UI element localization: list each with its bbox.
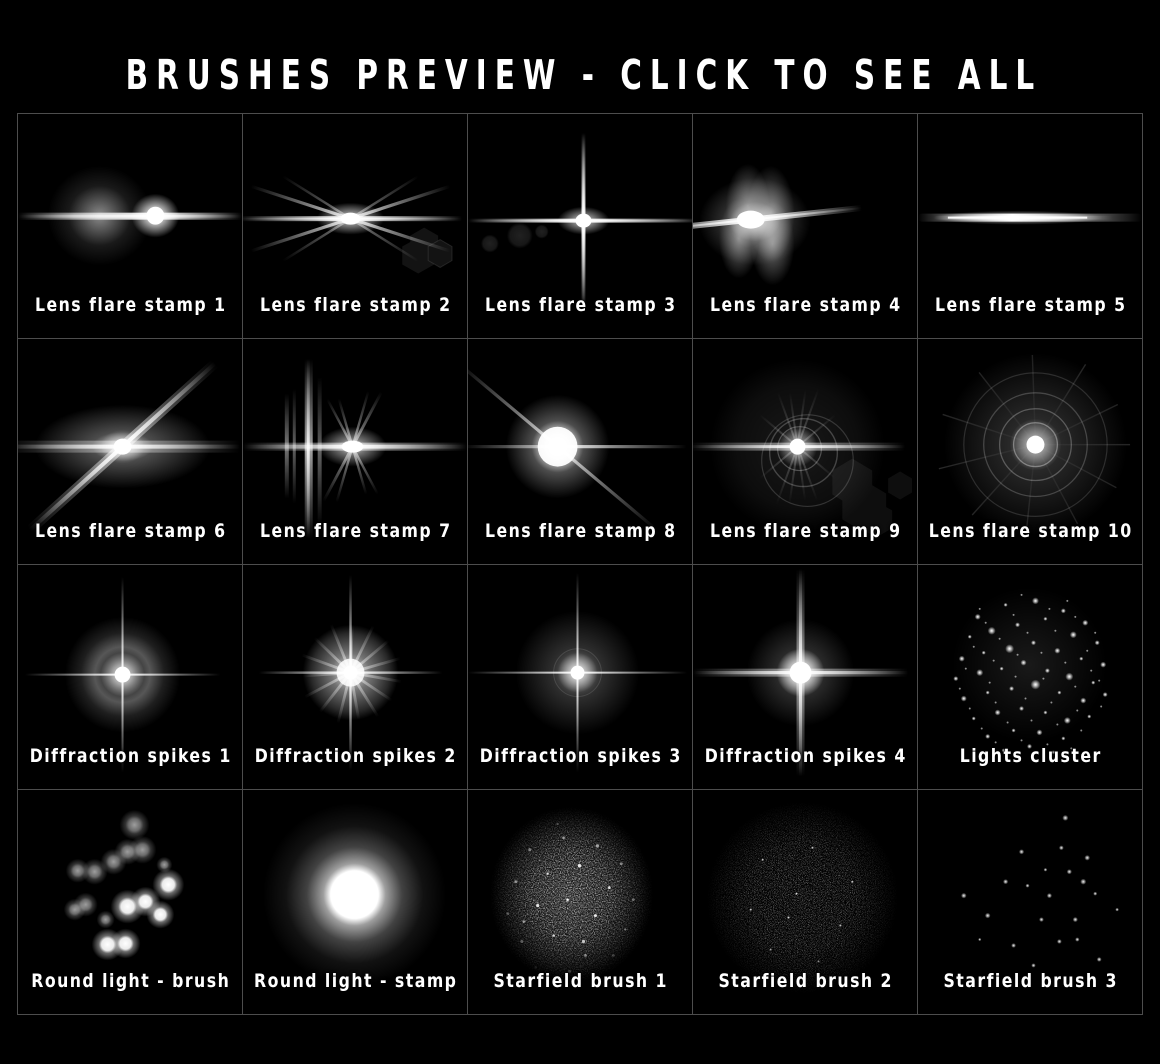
brush-cell[interactable]: Lights cluster <box>918 564 1143 790</box>
brush-cell[interactable]: Lens flare stamp 3 <box>468 114 693 340</box>
brush-cell[interactable]: Starfield brush 1 <box>468 789 693 1015</box>
brush-cell-label: Lights cluster <box>959 744 1102 767</box>
brush-cell-label: Lens flare stamp 1 <box>34 294 227 317</box>
brush-cell-label: Lens flare stamp 2 <box>259 294 452 317</box>
brush-cell[interactable]: Diffraction spikes 2 <box>243 564 468 790</box>
brush-cell[interactable]: Lens flare stamp 7 <box>243 339 468 565</box>
brush-cell-label: Diffraction spikes 3 <box>479 744 682 767</box>
brush-cell[interactable]: Lens flare stamp 9 <box>693 339 918 565</box>
brush-cell-label: Round light - stamp <box>254 970 458 992</box>
brush-cell[interactable]: Lens flare stamp 6 <box>18 339 243 565</box>
brush-cell-label: Lens flare stamp 5 <box>934 294 1127 317</box>
brush-cell-label: Lens flare stamp 3 <box>484 294 677 317</box>
brushes-preview-page: BRUSHES PREVIEW - CLICK TO SEE ALL Lens … <box>0 0 1160 1064</box>
brush-cell-label: Round light - brush <box>31 970 231 992</box>
brush-cell-label: Diffraction spikes 4 <box>704 744 907 767</box>
brush-cell-label: Lens flare stamp 6 <box>34 519 227 542</box>
brush-cell-label: Starfield brush 3 <box>943 970 1118 992</box>
brush-cell-label: Starfield brush 2 <box>718 970 893 992</box>
brush-cell[interactable]: Lens flare stamp 10 <box>918 339 1143 565</box>
brush-cell[interactable]: Lens flare stamp 8 <box>468 339 693 565</box>
brush-cell-label: Lens flare stamp 8 <box>484 519 677 542</box>
brush-cell[interactable]: Round light - brush <box>18 789 243 1015</box>
brush-cell[interactable]: Lens flare stamp 5 <box>918 114 1143 340</box>
brush-cell-label: Lens flare stamp 7 <box>259 519 452 542</box>
brush-cell[interactable]: Diffraction spikes 3 <box>468 564 693 790</box>
brush-cell[interactable]: Starfield brush 3 <box>918 789 1143 1015</box>
brush-cell[interactable]: Round light - stamp <box>243 789 468 1015</box>
brush-cell[interactable]: Lens flare stamp 2 <box>243 114 468 340</box>
brush-cell[interactable]: Lens flare stamp 1 <box>18 114 243 340</box>
brush-cell[interactable]: Diffraction spikes 1 <box>18 564 243 790</box>
brush-cell-label: Diffraction spikes 1 <box>29 744 232 767</box>
page-title-bar: BRUSHES PREVIEW - CLICK TO SEE ALL <box>0 52 1160 98</box>
brush-cell-label: Lens flare stamp 9 <box>709 519 902 542</box>
page-title: BRUSHES PREVIEW - CLICK TO SEE ALL <box>125 50 1043 99</box>
brush-cell[interactable]: Starfield brush 2 <box>693 789 918 1015</box>
brush-cell-label: Diffraction spikes 2 <box>254 744 457 767</box>
brush-preview-grid: Lens flare stamp 1 Lens flare stamp 2 Le… <box>17 113 1143 1015</box>
brush-cell[interactable]: Diffraction spikes 4 <box>693 564 918 790</box>
brush-cell-label: Lens flare stamp 4 <box>709 294 902 317</box>
brush-cell-label: Starfield brush 1 <box>493 970 668 992</box>
brush-cell[interactable]: Lens flare stamp 4 <box>693 114 918 340</box>
brush-cell-label: Lens flare stamp 10 <box>928 519 1133 542</box>
